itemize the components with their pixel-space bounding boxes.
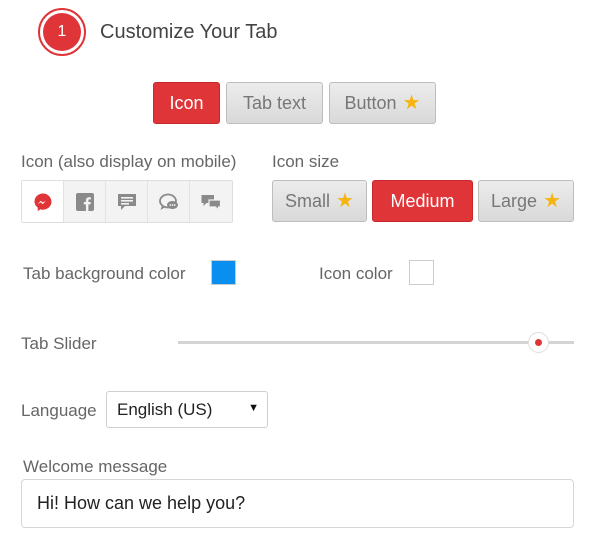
star-icon: ★ xyxy=(402,92,421,114)
tab-type-icon-button[interactable]: Icon xyxy=(153,82,220,124)
step-title: Customize Your Tab xyxy=(100,21,278,43)
tab-type-text-label: Tab text xyxy=(242,92,307,113)
icon-size-small-label: Small xyxy=(285,190,331,211)
welcome-message-label: Welcome message xyxy=(23,457,168,476)
icon-section-label: Icon (also display on mobile) xyxy=(21,152,237,171)
icon-size-medium-button[interactable]: Medium xyxy=(372,180,473,222)
tab-type-selector: Icon Tab text Button ★ xyxy=(153,82,436,124)
language-label: Language xyxy=(21,401,97,420)
icon-color-label: Icon color xyxy=(319,264,393,283)
tab-background-color-swatch[interactable] xyxy=(211,260,236,285)
step-number-badge: 1 xyxy=(38,8,86,56)
star-icon: ★ xyxy=(336,190,354,212)
icon-size-large-button[interactable]: Large ★ xyxy=(478,180,574,222)
icon-option-chat-bubble[interactable] xyxy=(106,181,148,222)
tab-type-text-button[interactable]: Tab text xyxy=(226,82,323,124)
icon-option-speech-bubble-dots[interactable] xyxy=(148,181,190,222)
tab-type-button-label: Button xyxy=(344,92,397,113)
tab-slider-track[interactable] xyxy=(178,341,574,344)
messenger-icon xyxy=(34,193,51,211)
facebook-icon xyxy=(75,192,94,211)
language-select[interactable]: English (US) ▼ xyxy=(106,391,268,428)
two-chat-bubbles-icon xyxy=(201,194,222,211)
icon-option-messenger[interactable] xyxy=(22,181,64,222)
step-number: 1 xyxy=(43,13,81,51)
icon-picker xyxy=(21,180,233,223)
slider-handle-dot xyxy=(535,339,542,346)
icon-color-swatch[interactable] xyxy=(409,260,434,285)
icon-size-selector: Small ★ Medium Large ★ xyxy=(272,180,574,222)
welcome-message-input[interactable]: Hi! How can we help you? xyxy=(21,479,574,528)
icon-size-small-button[interactable]: Small ★ xyxy=(272,180,367,222)
tab-background-color-label: Tab background color xyxy=(23,264,186,283)
star-icon: ★ xyxy=(543,190,561,212)
speech-bubble-dots-icon xyxy=(158,193,178,210)
icon-option-facebook[interactable] xyxy=(64,181,106,222)
icon-size-label: Icon size xyxy=(272,152,340,171)
tab-slider-handle[interactable] xyxy=(528,332,549,353)
icon-size-medium-label: Medium xyxy=(390,190,455,211)
language-selected-value: English (US) xyxy=(117,399,213,419)
icon-size-large-label: Large xyxy=(491,190,538,211)
tab-type-icon-label: Icon xyxy=(169,92,204,113)
tab-slider-label: Tab Slider xyxy=(21,334,97,353)
chat-bubble-icon xyxy=(117,193,136,210)
dropdown-arrow-icon: ▼ xyxy=(248,402,259,414)
welcome-message-value: Hi! How can we help you? xyxy=(37,493,246,513)
tab-type-button-button[interactable]: Button ★ xyxy=(329,82,436,124)
icon-option-two-chat-bubbles[interactable] xyxy=(190,181,232,222)
